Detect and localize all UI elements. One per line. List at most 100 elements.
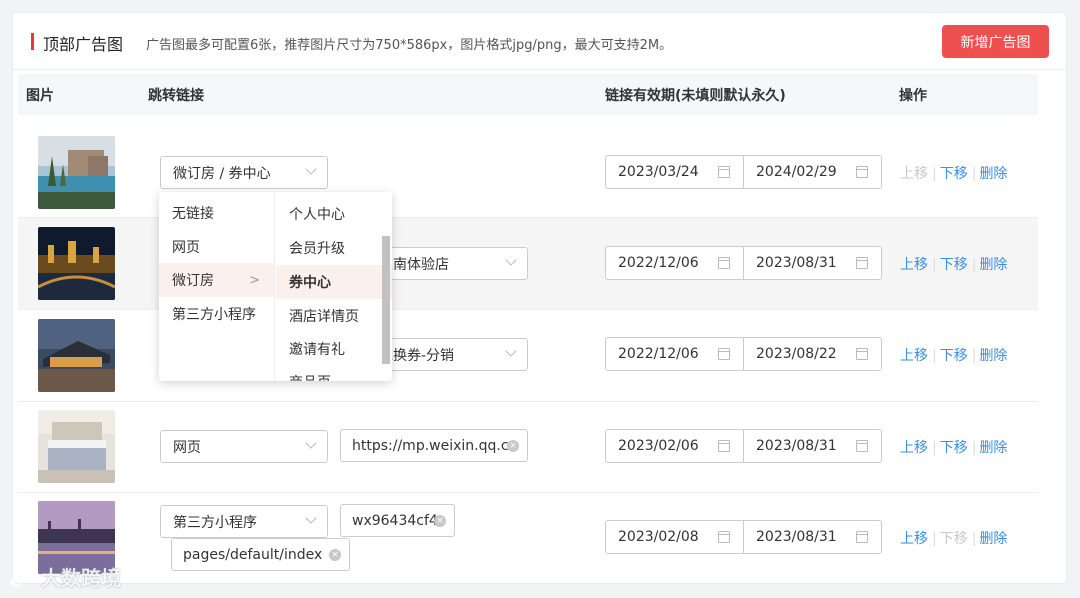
cascader-option-active[interactable]: 微订房 > <box>159 263 274 297</box>
delete-button[interactable]: 删除 <box>979 257 1007 273</box>
move-down-button[interactable]: 下移 <box>940 166 968 182</box>
cascader-option[interactable]: 无链接 <box>159 196 274 230</box>
page-path-value: pages/default/index <box>183 546 323 563</box>
start-date: 2023/02/06 <box>618 438 699 454</box>
date-separator <box>743 338 744 370</box>
ad-image-thumbnail[interactable] <box>38 227 115 300</box>
col-header-validity: 链接有效期(未填则默认永久) <box>605 88 786 104</box>
move-up-button[interactable]: 上移 <box>900 531 928 547</box>
section-tip: 广告图最多可配置6张，推荐图片尺寸为750*586px，图片格式jpg/png，… <box>146 38 673 53</box>
end-date: 2023/08/31 <box>756 255 837 271</box>
cascader-level1: 无链接 网页 微订房 > 第三方小程序 <box>159 192 275 381</box>
chevron-down-icon <box>505 254 517 266</box>
calendar-icon <box>856 166 868 178</box>
cascader-option[interactable]: 酒店详情页 <box>276 299 392 333</box>
chevron-down-icon <box>305 437 317 449</box>
date-separator <box>743 156 744 188</box>
link-type-select[interactable]: 网页 <box>160 430 328 463</box>
start-date: 2023/02/08 <box>618 529 699 545</box>
ad-image-thumbnail[interactable] <box>38 319 115 392</box>
date-range-picker[interactable]: 2022/12/06 2023/08/31 <box>605 246 882 280</box>
link-type-value: 网页 <box>173 439 201 456</box>
calendar-icon <box>856 257 868 269</box>
date-range-picker[interactable]: 2023/02/06 2023/08/31 <box>605 429 882 463</box>
table-header: 图片 跳转链接 链接有效期(未填则默认永久) 操作 <box>18 74 1038 115</box>
move-up-button[interactable]: 上移 <box>900 166 928 182</box>
clear-icon[interactable]: × <box>434 515 446 527</box>
appid-input[interactable]: wx96434cf4 × <box>340 504 455 537</box>
watermark: 大数跨境 <box>8 562 121 591</box>
end-date: 2024/02/29 <box>756 164 837 180</box>
move-down-button[interactable]: 下移 <box>940 440 968 456</box>
link-type-value: 第三方小程序 <box>173 514 257 531</box>
date-separator <box>743 430 744 462</box>
date-separator <box>743 247 744 279</box>
cascader-option[interactable]: 邀请有礼 <box>276 332 392 366</box>
row-actions: 上移 | 下移 | 删除 <box>900 440 1008 456</box>
appid-value: wx96434cf4 <box>352 512 438 529</box>
cascader-option-active[interactable]: 券中心 <box>276 265 392 299</box>
calendar-icon <box>856 348 868 360</box>
row-actions: 上移 | 下移 | 删除 <box>900 531 1008 547</box>
col-header-image: 图片 <box>26 88 54 104</box>
add-ad-button[interactable]: 新增广告图 <box>942 25 1049 58</box>
calendar-icon <box>718 531 730 543</box>
row-actions: 上移 | 下移 | 删除 <box>900 257 1008 273</box>
page-path-input[interactable]: pages/default/index × <box>171 538 350 571</box>
ad-image-thumbnail[interactable] <box>38 410 115 483</box>
cascader-option[interactable]: 网页 <box>159 230 274 264</box>
delete-button[interactable]: 删除 <box>979 440 1007 456</box>
move-down-button[interactable]: 下移 <box>940 348 968 364</box>
date-separator <box>743 521 744 553</box>
calendar-icon <box>718 440 730 452</box>
date-range-picker[interactable]: 2023/03/24 2024/02/29 <box>605 155 882 189</box>
move-down-button[interactable]: 下移 <box>940 531 968 547</box>
date-range-picker[interactable]: 2022/12/06 2023/08/22 <box>605 337 882 371</box>
section-title: 顶部广告图 <box>43 35 124 54</box>
url-value: https://mp.weixin.qq.cc <box>352 437 517 454</box>
ad-image-thumbnail[interactable] <box>38 136 115 209</box>
calendar-icon <box>718 257 730 269</box>
delete-button[interactable]: 删除 <box>979 166 1007 182</box>
col-header-link: 跳转链接 <box>148 88 204 104</box>
link-cascader-dropdown: 无链接 网页 微订房 > 第三方小程序 个人中心 会员升级 券中心 酒店详情页 邀… <box>159 192 392 381</box>
dropdown-scrollbar[interactable] <box>382 236 390 364</box>
move-up-button[interactable]: 上移 <box>900 440 928 456</box>
cascader-option[interactable]: 商品页 <box>276 365 392 381</box>
row-actions: 上移 | 下移 | 删除 <box>900 166 1008 182</box>
move-up-button[interactable]: 上移 <box>900 257 928 273</box>
calendar-icon <box>856 440 868 452</box>
clear-icon[interactable]: × <box>507 440 519 452</box>
link-type-value: 微订房 / 券中心 <box>173 165 271 182</box>
start-date: 2022/12/06 <box>618 255 699 271</box>
start-date: 2022/12/06 <box>618 346 699 362</box>
move-up-button[interactable]: 上移 <box>900 348 928 364</box>
watermark-logo-icon <box>9 570 33 587</box>
cascader-option[interactable]: 第三方小程序 <box>159 297 274 331</box>
link-type-select[interactable]: 微订房 / 券中心 <box>160 156 328 189</box>
delete-button[interactable]: 删除 <box>979 531 1007 547</box>
title-accent-bar <box>31 33 34 50</box>
chevron-down-icon <box>305 163 317 175</box>
calendar-icon <box>718 348 730 360</box>
calendar-icon <box>718 166 730 178</box>
chevron-down-icon <box>505 345 517 357</box>
chevron-right-icon: > <box>249 272 260 288</box>
row-actions: 上移 | 下移 | 删除 <box>900 348 1008 364</box>
move-down-button[interactable]: 下移 <box>940 257 968 273</box>
link-type-select[interactable]: 第三方小程序 <box>160 505 328 538</box>
cascader-option[interactable]: 个人中心 <box>276 197 392 231</box>
delete-button[interactable]: 删除 <box>979 348 1007 364</box>
start-date: 2023/03/24 <box>618 164 699 180</box>
card-header: 顶部广告图 广告图最多可配置6张，推荐图片尺寸为750*586px，图片格式jp… <box>13 13 1066 70</box>
chevron-down-icon <box>305 512 317 524</box>
calendar-icon <box>856 531 868 543</box>
end-date: 2023/08/31 <box>756 438 837 454</box>
url-input[interactable]: https://mp.weixin.qq.cc × <box>340 429 528 462</box>
col-header-actions: 操作 <box>899 88 927 104</box>
date-range-picker[interactable]: 2023/02/08 2023/08/31 <box>605 520 882 554</box>
end-date: 2023/08/22 <box>756 346 837 362</box>
clear-icon[interactable]: × <box>329 549 341 561</box>
cascader-level2: 个人中心 会员升级 券中心 酒店详情页 邀请有礼 商品页 <box>276 192 392 381</box>
cascader-option[interactable]: 会员升级 <box>276 231 392 265</box>
